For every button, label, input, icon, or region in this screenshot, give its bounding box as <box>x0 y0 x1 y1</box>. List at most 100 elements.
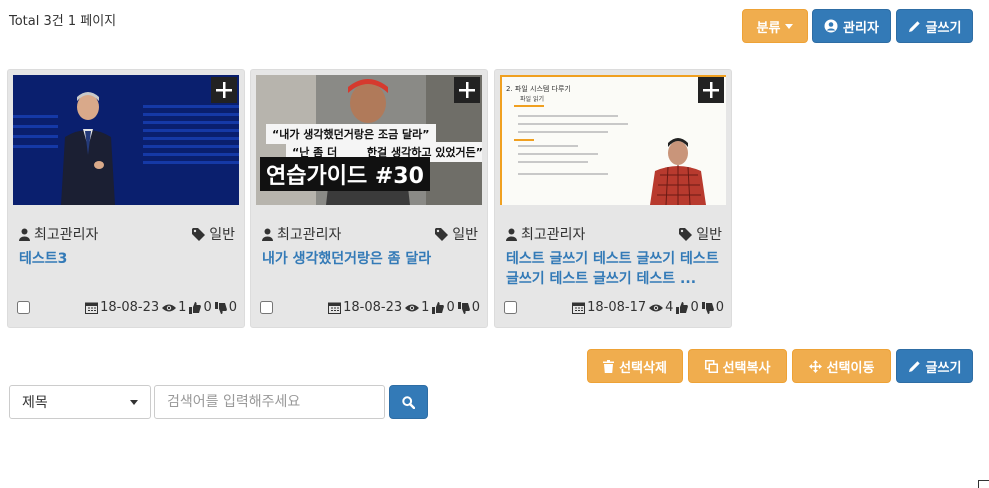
search-icon <box>402 395 415 409</box>
thumbs-up-icon <box>189 301 202 314</box>
search-field-value: 제목 <box>22 395 48 411</box>
tag-icon <box>192 227 206 241</box>
add-icon[interactable] <box>454 77 480 103</box>
dislikes-value: 0 <box>471 300 480 315</box>
copy-selected-label: 선택복사 <box>722 360 771 376</box>
post-date: 18-08-23 <box>85 300 159 315</box>
copy-selected-button[interactable]: 선택복사 <box>688 349 787 383</box>
thumbnail-caption: 파일 읽기 <box>520 96 544 103</box>
tag-icon <box>679 227 693 241</box>
select-checkbox[interactable] <box>17 301 30 314</box>
user-icon <box>262 228 273 241</box>
likes-value: 0 <box>203 300 212 315</box>
author: 최고관리자 <box>19 224 98 244</box>
move-selected-button[interactable]: 선택이동 <box>792 349 891 383</box>
thumbnail-caption: “내가 생각했던거랑은 조금 달라” <box>266 124 436 144</box>
likes-value: 0 <box>446 300 455 315</box>
category-name: 일반 <box>452 227 478 243</box>
thumbs-down-icon <box>701 301 714 314</box>
category-name: 일반 <box>209 227 235 243</box>
add-icon[interactable] <box>698 77 724 103</box>
eye-icon <box>405 304 420 311</box>
move-selected-label: 선택이동 <box>826 360 875 376</box>
gallery-card: 최고관리자 일반 테스트3 18-08-23 1 0 0 <box>7 69 245 328</box>
author-name: 최고관리자 <box>34 227 99 243</box>
select-checkbox[interactable] <box>260 301 273 314</box>
category-name: 일반 <box>696 227 722 243</box>
thumbs-down-icon <box>214 301 227 314</box>
likes-value: 0 <box>690 300 699 315</box>
author: 최고관리자 <box>506 224 585 244</box>
author: 최고관리자 <box>262 224 341 244</box>
post-title-link[interactable]: 테스트 글쓰기 테스트 글쓰기 테스트 글쓰기 테스트 글쓰기 테스트 ... <box>506 249 719 289</box>
caret-down-icon <box>130 399 138 405</box>
views-value: 1 <box>421 300 430 315</box>
admin-button[interactable]: 관리자 <box>812 9 891 43</box>
author-name: 최고관리자 <box>277 227 342 243</box>
post-thumbnail[interactable]: 2. 파일 시스템 다루기 파일 읽기 <box>500 75 726 205</box>
category-label: 분류 <box>756 20 781 36</box>
search-button[interactable] <box>389 385 428 419</box>
user-icon <box>506 228 517 241</box>
calendar-icon <box>85 302 99 314</box>
like-count: 0 <box>432 300 455 315</box>
thumbs-up-icon <box>432 301 445 314</box>
dislikes-value: 0 <box>228 300 237 315</box>
category-tag: 일반 <box>679 224 722 244</box>
category-tag: 일반 <box>435 224 478 244</box>
dislikes-value: 0 <box>715 300 724 315</box>
delete-selected-label: 선택삭제 <box>619 360 667 376</box>
resize-handle <box>978 480 989 488</box>
thumbnail-caption: 연습가이드 #30 <box>260 157 430 191</box>
dislike-count: 0 <box>214 300 237 315</box>
copy-icon <box>704 359 718 373</box>
like-count: 0 <box>676 300 699 315</box>
search-field-select[interactable]: 제목 <box>9 385 151 419</box>
post-title-link[interactable]: 테스트3 <box>19 249 232 269</box>
write-label: 글쓰기 <box>925 20 962 36</box>
dislike-count: 0 <box>701 300 724 315</box>
category-tag: 일반 <box>192 224 235 244</box>
view-count: 1 <box>405 300 429 315</box>
dislike-count: 0 <box>457 300 480 315</box>
calendar-icon <box>328 302 342 314</box>
date-value: 18-08-17 <box>587 300 647 315</box>
user-icon <box>19 228 30 241</box>
move-arrows-icon <box>808 359 822 373</box>
post-date: 18-08-23 <box>328 300 402 315</box>
write-label: 글쓰기 <box>925 360 962 376</box>
post-thumbnail[interactable]: “내가 생각했던거랑은 조금 달라” “난 좀 더 ____ 한걸 생각하고 있… <box>256 75 482 205</box>
post-title-link[interactable]: 내가 생각했던거랑은 좀 달라 <box>262 249 475 269</box>
delete-selected-button[interactable]: 선택삭제 <box>587 349 683 383</box>
pencil-icon <box>908 360 920 372</box>
date-value: 18-08-23 <box>100 300 160 315</box>
admin-label: 관리자 <box>843 20 879 36</box>
caret-down-icon <box>785 23 794 29</box>
post-count: Total 3건 1 페이지 <box>9 14 117 29</box>
view-count: 4 <box>649 300 673 315</box>
views-value: 4 <box>665 300 674 315</box>
like-count: 0 <box>189 300 212 315</box>
calendar-icon <box>572 302 586 314</box>
tag-icon <box>435 227 449 241</box>
select-checkbox[interactable] <box>504 301 517 314</box>
user-circle-icon <box>824 19 838 33</box>
views-value: 1 <box>178 300 187 315</box>
write-button-bottom[interactable]: 글쓰기 <box>896 349 973 383</box>
eye-icon <box>162 304 177 311</box>
date-value: 18-08-23 <box>343 300 403 315</box>
gallery-card: “내가 생각했던거랑은 조금 달라” “난 좀 더 ____ 한걸 생각하고 있… <box>250 69 488 328</box>
thumbs-up-icon <box>676 301 689 314</box>
author-name: 최고관리자 <box>521 227 586 243</box>
eye-icon <box>649 304 664 311</box>
view-count: 1 <box>162 300 186 315</box>
pencil-icon <box>908 20 920 32</box>
write-button-top[interactable]: 글쓰기 <box>896 9 973 43</box>
gallery-card: 2. 파일 시스템 다루기 파일 읽기 최고관리자 일반 테스트 글쓰기 테스트… <box>494 69 732 328</box>
search-input[interactable] <box>154 385 385 419</box>
post-date: 18-08-17 <box>572 300 646 315</box>
post-thumbnail[interactable] <box>13 75 239 205</box>
add-icon[interactable] <box>211 77 237 103</box>
thumbnail-caption: 2. 파일 시스템 다루기 <box>506 85 571 93</box>
category-dropdown-button[interactable]: 분류 <box>742 9 808 43</box>
